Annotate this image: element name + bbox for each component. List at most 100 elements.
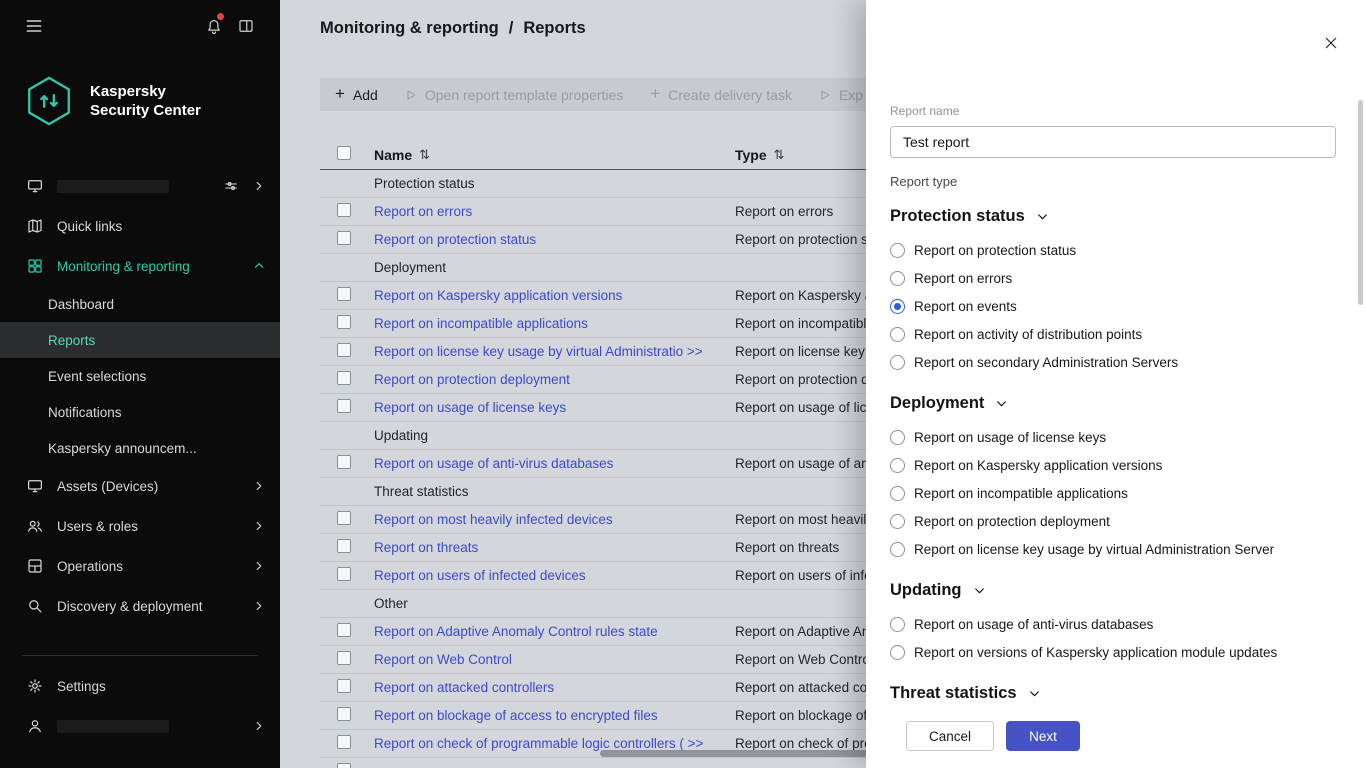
report-name-link[interactable]: Report on check of programmable logic co… (374, 736, 684, 751)
report-name-link[interactable]: Report on Web Control (374, 652, 512, 667)
report-name-link[interactable]: Report on Kaspersky application versions (374, 288, 622, 303)
report-name-link[interactable]: Report on Adaptive Anomaly Control rules… (374, 624, 658, 639)
sidebar-item-event-selections[interactable]: Event selections (0, 358, 280, 394)
sort-icon[interactable]: ⇅ (774, 147, 785, 163)
row-checkbox[interactable] (337, 343, 351, 357)
sidebar-item-users-roles[interactable]: Users & roles (0, 506, 280, 546)
report-type-option[interactable]: Report on activity of distribution point… (890, 320, 1336, 348)
cancel-button[interactable]: Cancel (906, 721, 994, 751)
row-checkbox[interactable] (337, 287, 351, 301)
report-type-option[interactable]: Report on usage of anti-virus databases (890, 610, 1336, 638)
truncation-indicator[interactable]: >> (683, 344, 703, 359)
sliders-icon[interactable] (223, 178, 239, 194)
create-delivery-task-button[interactable]: + Create delivery task (650, 86, 792, 103)
radio-button[interactable] (890, 271, 905, 286)
radio-button[interactable] (890, 430, 905, 445)
row-checkbox[interactable] (337, 735, 351, 749)
report-type-option[interactable]: Report on incompatible applications (890, 479, 1336, 507)
report-name-link[interactable]: Report on protection status (374, 232, 536, 247)
section-header[interactable]: Protection status (890, 207, 1336, 226)
notifications-bell-button[interactable] (198, 10, 230, 42)
section-header[interactable]: Threat statistics (890, 684, 1336, 703)
report-type-option[interactable]: Report on Kaspersky application versions (890, 451, 1336, 479)
sidebar-item-discovery-deployment[interactable]: Discovery & deployment (0, 586, 280, 626)
sidebar-item-settings[interactable]: Settings (0, 666, 280, 706)
sidebar-item-server[interactable] (0, 166, 280, 206)
report-type-option[interactable]: Report on events (890, 292, 1336, 320)
report-name-link[interactable]: Report on users of infected devices (374, 568, 586, 583)
sidebar-item-dashboard[interactable]: Dashboard (0, 286, 280, 322)
next-button[interactable]: Next (1006, 721, 1080, 751)
report-name-link[interactable]: Report on usage of anti-virus databases (374, 456, 613, 471)
row-checkbox[interactable] (337, 231, 351, 245)
section-header[interactable]: Updating (890, 581, 1336, 600)
row-checkbox[interactable] (337, 455, 351, 469)
sidebar-item-operations[interactable]: Operations (0, 546, 280, 586)
row-checkbox[interactable] (337, 651, 351, 665)
sidebar-item-reports[interactable]: Reports (0, 322, 280, 358)
map-icon (26, 217, 44, 235)
side-panel-toggle-button[interactable] (230, 10, 262, 42)
truncation-indicator[interactable]: >> (684, 736, 704, 751)
report-name-link[interactable]: Report on protection deployment (374, 372, 570, 387)
report-name-link[interactable]: Report on threats (374, 540, 478, 555)
row-checkbox[interactable] (337, 707, 351, 721)
radio-button[interactable] (890, 514, 905, 529)
report-name-input[interactable] (890, 126, 1336, 158)
row-checkbox[interactable] (337, 679, 351, 693)
radio-button[interactable] (890, 617, 905, 632)
section-header[interactable]: Deployment (890, 394, 1336, 413)
report-type-option[interactable]: Report on usage of license keys (890, 423, 1336, 451)
row-checkbox[interactable] (337, 315, 351, 329)
report-name-link[interactable]: Report on blockage of access to encrypte… (374, 708, 658, 723)
report-name-link[interactable]: Report on errors (374, 204, 472, 219)
sidebar-item-assets-devices[interactable]: Assets (Devices) (0, 466, 280, 506)
report-type-option[interactable]: Report on versions of Kaspersky applicat… (890, 638, 1336, 666)
sort-icon[interactable]: ⇅ (419, 147, 430, 163)
report-type-sections: Protection status Report on protection st… (890, 207, 1336, 703)
report-type-option[interactable]: Report on errors (890, 264, 1336, 292)
row-checkbox[interactable] (337, 399, 351, 413)
report-type-option[interactable]: Report on protection status (890, 236, 1336, 264)
report-type-option[interactable]: Report on license key usage by virtual A… (890, 535, 1336, 563)
app-logo: Kaspersky Security Center (0, 52, 280, 156)
radio-button[interactable] (890, 243, 905, 258)
report-type-option[interactable]: Report on secondary Administration Serve… (890, 348, 1336, 376)
row-checkbox[interactable] (337, 567, 351, 581)
report-name-link[interactable]: Report on attacked controllers (374, 680, 554, 695)
report-name-link[interactable]: Report on license key usage by virtual A… (374, 344, 683, 359)
option-label: Report on protection deployment (914, 514, 1110, 529)
row-checkbox[interactable] (337, 203, 351, 217)
sidebar-item-user-account[interactable] (0, 706, 280, 746)
radio-button[interactable] (890, 458, 905, 473)
row-checkbox[interactable] (337, 511, 351, 525)
radio-button[interactable] (890, 299, 905, 314)
breadcrumb-monitoring[interactable]: Monitoring & reporting (320, 19, 499, 38)
radio-button[interactable] (890, 645, 905, 660)
row-checkbox[interactable] (337, 623, 351, 637)
row-checkbox[interactable] (337, 371, 351, 385)
select-all-checkbox[interactable] (337, 146, 351, 160)
type-column-header[interactable]: Type (735, 147, 767, 163)
sidebar-item-quick-links[interactable]: Quick links (0, 206, 280, 246)
report-type-option[interactable]: Report on protection deployment (890, 507, 1336, 535)
name-column-header[interactable]: Name (374, 147, 412, 163)
row-checkbox[interactable] (337, 539, 351, 553)
row-checkbox[interactable] (337, 763, 351, 768)
report-name-link[interactable]: Report on incompatible applications (374, 316, 588, 331)
close-panel-button[interactable] (1320, 32, 1342, 54)
radio-button[interactable] (890, 327, 905, 342)
sidebar-item-kaspersky-announcements[interactable]: Kaspersky announcem... (0, 430, 280, 466)
report-name-link[interactable]: Report on usage of license keys (374, 400, 566, 415)
export-report-button[interactable]: Exp (819, 87, 863, 103)
radio-button[interactable] (890, 486, 905, 501)
hamburger-menu-button[interactable] (18, 10, 50, 42)
radio-button[interactable] (890, 355, 905, 370)
report-name-link[interactable]: Report on most heavily infected devices (374, 512, 613, 527)
sidebar-item-monitoring-reporting[interactable]: Monitoring & reporting (0, 246, 280, 286)
radio-button[interactable] (890, 542, 905, 557)
add-report-button[interactable]: + Add (335, 86, 378, 103)
panel-vertical-scrollbar[interactable] (1358, 100, 1363, 305)
sidebar-item-notifications[interactable]: Notifications (0, 394, 280, 430)
open-report-template-properties-button[interactable]: Open report template properties (405, 87, 623, 103)
